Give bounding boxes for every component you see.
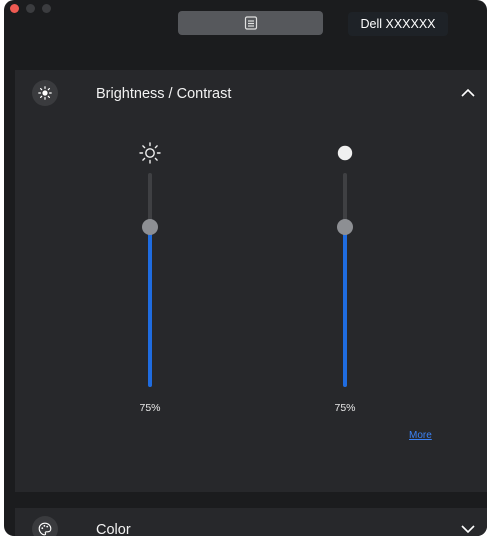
app-window: Dell XXXXXX Brightness / Contrast 75% 75… (4, 0, 487, 536)
contrast-icon (337, 145, 353, 161)
brightness-track[interactable] (148, 173, 152, 387)
contrast-fill (343, 226, 347, 387)
brightness-slider[interactable]: 75% (135, 140, 165, 458)
brightness-value: 75% (139, 402, 161, 414)
minimize-window-button[interactable] (26, 4, 35, 13)
close-window-button[interactable] (10, 4, 19, 13)
list-icon (244, 16, 257, 30)
chevron-up-icon[interactable] (459, 84, 477, 102)
menu-button[interactable] (178, 11, 323, 35)
maximize-window-button[interactable] (42, 4, 51, 13)
sun-icon (139, 142, 161, 164)
contrast-value: 75% (334, 402, 356, 414)
chevron-down-icon[interactable] (459, 520, 477, 536)
contrast-slider[interactable]: 75% (330, 140, 360, 458)
brightness-icon (32, 80, 58, 106)
monitor-selector[interactable]: Dell XXXXXX (348, 12, 448, 36)
contrast-thumb[interactable] (337, 218, 353, 235)
brightness-contrast-title: Brightness / Contrast (96, 86, 232, 102)
more-link[interactable]: More (409, 430, 432, 441)
brightness-thumb[interactable] (142, 218, 158, 235)
title-bar: Dell XXXXXX (4, 0, 487, 56)
color-section: Color (15, 508, 487, 536)
contrast-track[interactable] (343, 173, 347, 387)
brightness-contrast-section: Brightness / Contrast 75% 75% More (15, 70, 487, 492)
brightness-fill (148, 226, 152, 387)
color-title: Color (96, 522, 131, 536)
palette-icon (32, 516, 58, 536)
